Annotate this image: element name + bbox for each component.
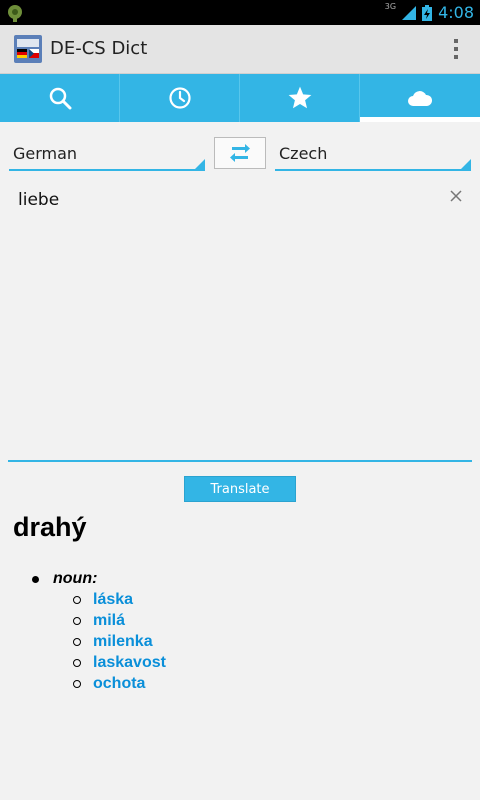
history-clock-icon — [168, 87, 191, 109]
action-bar: DE-CS Dict — [0, 25, 480, 74]
translation-text[interactable]: milenka — [93, 633, 153, 650]
translation-link[interactable]: ochota — [73, 675, 145, 696]
flag-dictionary-icon[interactable] — [14, 35, 42, 63]
tab-bar — [0, 74, 480, 122]
circle-bullet-icon — [73, 680, 81, 688]
bullet-icon — [32, 576, 39, 583]
circle-bullet-icon — [73, 596, 81, 604]
circle-bullet-icon — [73, 659, 81, 667]
circle-bullet-icon — [73, 638, 81, 646]
input-text: liebe — [18, 190, 60, 210]
dropdown-indicator-icon — [461, 159, 471, 169]
app-title: DE-CS Dict — [50, 38, 148, 59]
cloud-icon — [408, 91, 433, 106]
translation-link[interactable]: laskavost — [73, 654, 166, 675]
result-headword: drahý — [13, 512, 87, 542]
android-debug-icon — [8, 5, 22, 22]
battery-icon — [422, 4, 433, 21]
translation-link[interactable]: láska — [73, 591, 133, 612]
search-icon — [49, 87, 71, 110]
swap-arrows-icon — [230, 144, 250, 162]
overflow-menu-icon[interactable] — [452, 37, 460, 61]
source-language-spinner[interactable]: German — [9, 138, 205, 171]
tab-history[interactable] — [120, 74, 240, 122]
status-bar: 3G 4:08 — [0, 0, 480, 25]
source-language-label: German — [13, 144, 78, 163]
tab-search[interactable] — [0, 74, 120, 122]
tab-favorites[interactable] — [240, 74, 360, 122]
translation-text[interactable]: laskavost — [93, 654, 166, 671]
language-selector-row: German Czech — [0, 130, 480, 176]
target-language-spinner[interactable]: Czech — [275, 138, 471, 171]
status-time: 4:08 — [438, 3, 474, 22]
word-input[interactable]: liebe — [8, 182, 472, 462]
translation-link[interactable]: milenka — [73, 633, 153, 654]
circle-bullet-icon — [73, 617, 81, 625]
translation-text[interactable]: milá — [93, 612, 125, 629]
close-icon[interactable] — [448, 188, 464, 204]
part-of-speech-label: noun: — [53, 570, 98, 587]
translation-link[interactable]: milá — [73, 612, 125, 633]
network-type-label: 3G — [384, 2, 397, 11]
translate-button[interactable]: Translate — [184, 476, 296, 502]
tab-online[interactable] — [360, 74, 480, 122]
translation-text[interactable]: láska — [93, 591, 133, 608]
signal-icon — [402, 5, 417, 20]
part-of-speech: noun: — [32, 570, 98, 588]
dropdown-indicator-icon — [195, 159, 205, 169]
translation-text[interactable]: ochota — [93, 675, 145, 692]
target-language-label: Czech — [279, 144, 328, 163]
star-icon — [288, 86, 311, 109]
swap-languages-button[interactable] — [214, 137, 266, 169]
